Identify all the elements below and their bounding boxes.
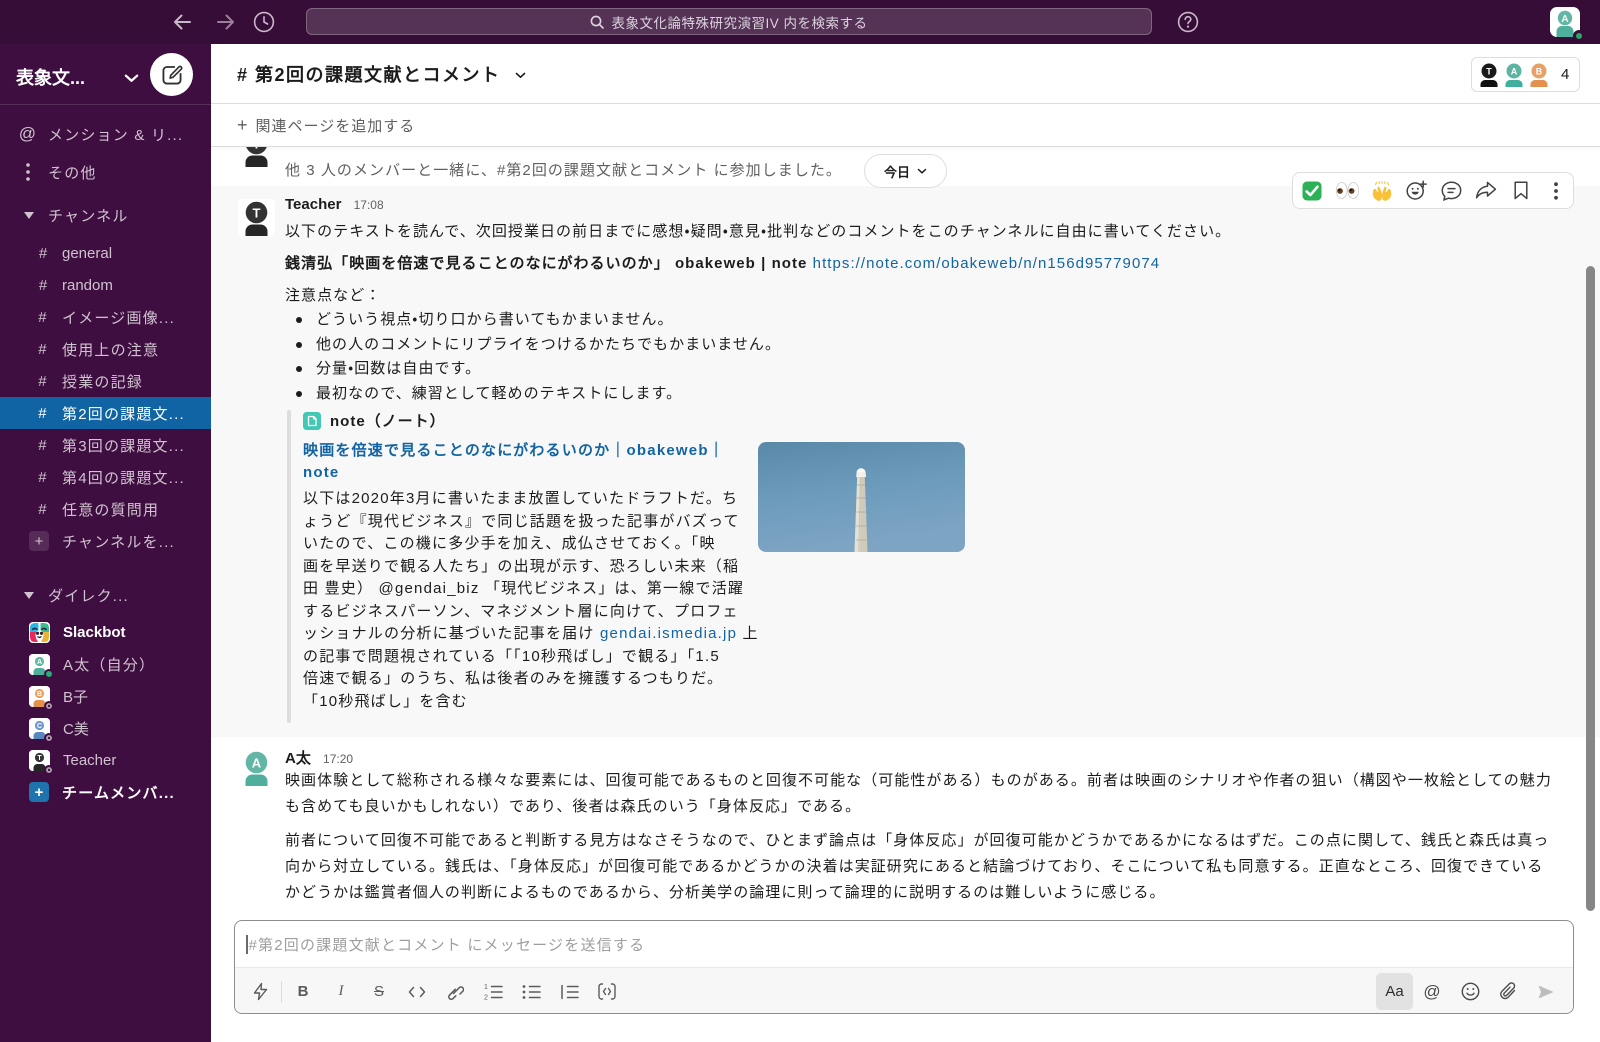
svg-text:T: T (253, 206, 261, 221)
svg-text:A: A (1561, 14, 1568, 25)
svg-text:A: A (37, 659, 42, 666)
svg-text:C: C (37, 723, 42, 730)
svg-text:B: B (37, 691, 42, 698)
svg-text:T: T (37, 755, 42, 762)
svg-text:T: T (1486, 66, 1492, 76)
svg-text:B: B (1536, 66, 1543, 76)
svg-text:T: T (253, 147, 261, 152)
svg-text:1: 1 (484, 984, 488, 991)
svg-text:2: 2 (484, 994, 488, 1000)
svg-text:A: A (1511, 66, 1518, 76)
svg-text:A: A (252, 756, 262, 771)
